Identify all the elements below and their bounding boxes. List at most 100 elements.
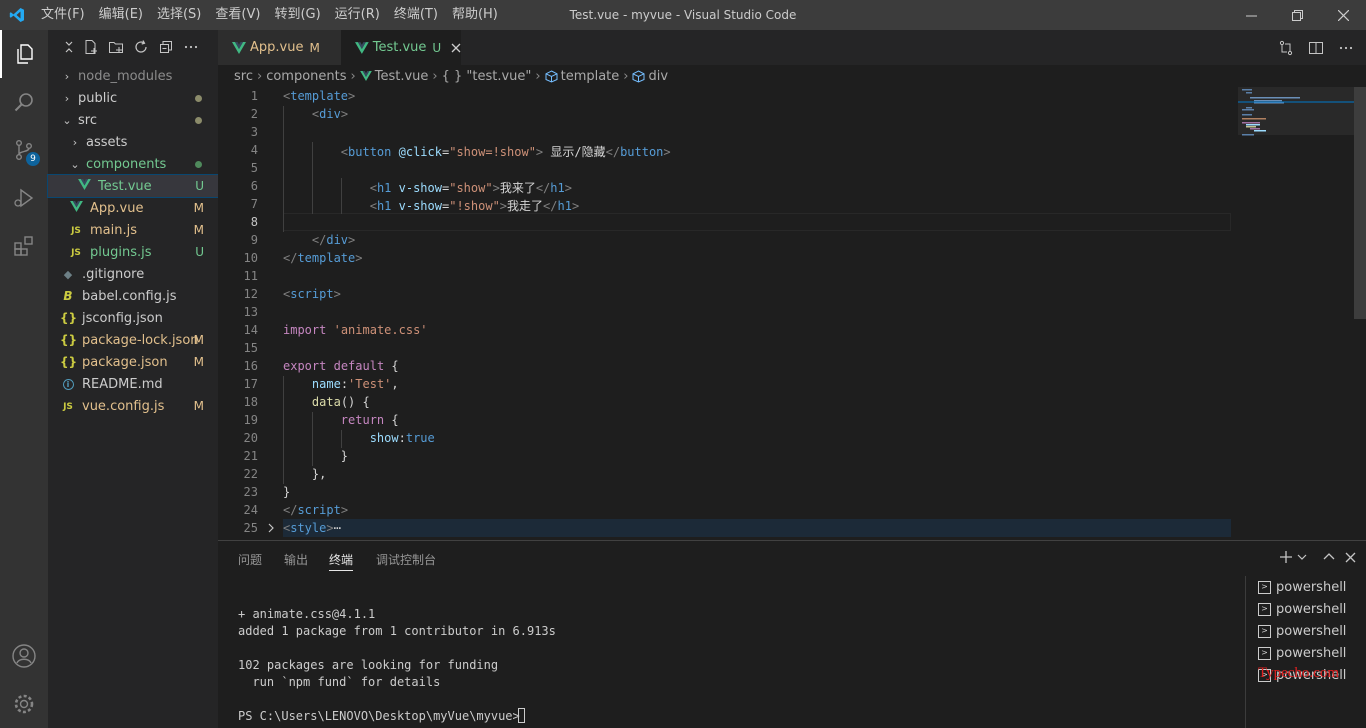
line-number: 8 xyxy=(250,215,258,229)
close-tab-icon[interactable] xyxy=(451,43,461,53)
tree-item-label: Test.vue xyxy=(98,178,152,194)
tree-item-label: assets xyxy=(86,134,128,150)
editor-scrollbar[interactable] xyxy=(1354,87,1366,319)
babel-file-icon: B xyxy=(63,289,73,303)
extensions-icon[interactable] xyxy=(0,222,48,270)
tab-label: Test.vue xyxy=(372,40,427,55)
menu-item[interactable]: 运行(R) xyxy=(328,0,387,30)
more-actions-icon[interactable] xyxy=(1338,40,1354,56)
code-editor[interactable]: 1 <template> 2 <div> 3 4 <button @click="sho… xyxy=(218,87,1366,539)
tree-folder[interactable]: › public xyxy=(48,87,218,109)
close-panel-icon[interactable] xyxy=(1345,552,1356,563)
tree-folder[interactable]: › assets xyxy=(48,131,218,153)
breadcrumb-item[interactable]: components xyxy=(266,69,346,84)
tree-folder[interactable]: ⌄ src xyxy=(48,109,218,131)
git-status-badge: U xyxy=(195,179,204,193)
line-number: 17 xyxy=(243,377,258,391)
git-status-badge: U xyxy=(195,245,204,259)
menu-item[interactable]: 编辑(E) xyxy=(92,0,150,30)
terminal-instance[interactable]: > powershell xyxy=(1258,642,1346,664)
tab-terminal[interactable]: 终端 xyxy=(329,551,354,571)
git-status-dot xyxy=(195,94,202,102)
tab-problems[interactable]: 问题 xyxy=(238,551,262,571)
vscode-logo-icon xyxy=(0,0,34,30)
breadcrumb-item[interactable]: src xyxy=(234,69,253,84)
explorer-icon[interactable] xyxy=(0,30,48,78)
git-status-badge: M xyxy=(193,399,204,413)
code-line: <template> xyxy=(283,89,356,103)
menu-item[interactable]: 选择(S) xyxy=(150,0,208,30)
refresh-icon[interactable] xyxy=(133,39,149,55)
code-line: <style>⋯ xyxy=(283,521,341,535)
tab-app-vue[interactable]: App.vue M xyxy=(218,30,341,65)
line-number: 7 xyxy=(250,197,258,211)
collapse-all-icon[interactable] xyxy=(158,39,174,55)
line-number: 3 xyxy=(250,125,258,139)
minimap[interactable] xyxy=(1238,87,1354,539)
search-icon[interactable] xyxy=(0,78,48,126)
tree-item-label: components xyxy=(86,156,167,172)
source-control-icon[interactable]: 9 xyxy=(0,126,48,174)
terminal-instance-label: powershell xyxy=(1276,579,1347,595)
breadcrumb-item[interactable]: template xyxy=(561,69,620,84)
indent-guide xyxy=(312,142,313,214)
activity-bar: 9 xyxy=(0,30,48,728)
tree-file[interactable]: {} package-lock.json M xyxy=(48,329,218,351)
menu-item[interactable]: 文件(F) xyxy=(34,0,92,30)
collapse-tree-icon[interactable] xyxy=(64,40,74,54)
menu-item[interactable]: 转到(G) xyxy=(267,0,327,30)
tree-item-label: README.md xyxy=(82,376,163,392)
breadcrumb-item[interactable]: Test.vue xyxy=(375,69,429,84)
account-icon[interactable] xyxy=(0,632,48,680)
terminal-list: > powershell > powershell > powershell > powers… xyxy=(1245,576,1366,728)
fold-chevron-icon[interactable] xyxy=(266,523,276,533)
run-debug-icon[interactable] xyxy=(0,174,48,222)
menu-item[interactable]: 终端(T) xyxy=(387,0,445,30)
chevron-down-icon[interactable] xyxy=(1297,552,1307,562)
menu-item[interactable]: 帮助(H) xyxy=(445,0,505,30)
menu-item[interactable]: 查看(V) xyxy=(208,0,267,30)
json-file-icon: {} xyxy=(60,333,78,347)
tab-output[interactable]: 输出 xyxy=(284,551,308,571)
tree-file[interactable]: {} package.json M xyxy=(48,351,218,373)
code-line: <script> xyxy=(283,287,341,301)
tree-item-label: main.js xyxy=(90,222,137,238)
minimize-button[interactable] xyxy=(1228,0,1274,30)
tree-folder[interactable]: ⌄ components xyxy=(48,153,218,175)
terminal-instance[interactable]: > powershell xyxy=(1258,620,1346,642)
tree-file[interactable]: Bbabel.config.js xyxy=(48,285,218,307)
settings-gear-icon[interactable] xyxy=(0,680,48,728)
tree-file[interactable]: Test.vue U xyxy=(47,174,219,198)
tree-file[interactable]: JS plugins.js U xyxy=(48,241,218,263)
line-number: 14 xyxy=(243,323,258,337)
tree-file[interactable]: JS vue.config.js M xyxy=(48,395,218,417)
tab-debug-console[interactable]: 调试控制台 xyxy=(376,551,436,571)
line-number: 9 xyxy=(250,233,258,247)
source-control-badge: 9 xyxy=(26,152,40,166)
close-window-button[interactable] xyxy=(1320,0,1366,30)
tree-file[interactable]: i README.md xyxy=(48,373,218,395)
tree-file[interactable]: ◆ .gitignore xyxy=(48,263,218,285)
open-changes-icon[interactable] xyxy=(1278,40,1294,56)
terminal-instance[interactable]: > powershell xyxy=(1258,598,1346,620)
new-file-icon[interactable] xyxy=(83,39,99,55)
new-folder-icon[interactable] xyxy=(108,39,124,55)
tab-test-vue[interactable]: Test.vue U xyxy=(341,30,461,65)
new-terminal-icon[interactable] xyxy=(1279,550,1293,564)
tree-file[interactable]: JS main.js M xyxy=(48,219,218,241)
tree-item-label: public xyxy=(78,90,118,106)
vue-file-icon xyxy=(359,71,372,81)
terminal-instance[interactable]: > powershell xyxy=(1258,576,1346,598)
tree-folder[interactable]: › node_modules xyxy=(48,65,218,87)
maximize-panel-icon[interactable] xyxy=(1323,551,1335,563)
indent-guide xyxy=(341,430,342,448)
split-editor-icon[interactable] xyxy=(1308,40,1324,56)
more-actions-icon[interactable] xyxy=(183,39,199,55)
breadcrumb-item[interactable]: { } "test.vue" xyxy=(442,69,532,84)
chevron-right-icon: › xyxy=(64,91,70,105)
tree-file[interactable]: App.vue M xyxy=(48,197,218,219)
breadcrumb-item[interactable]: div xyxy=(648,69,668,84)
tree-file[interactable]: {} jsconfig.json xyxy=(48,307,218,329)
indent-guide xyxy=(312,412,313,466)
restore-button[interactable] xyxy=(1274,0,1320,30)
